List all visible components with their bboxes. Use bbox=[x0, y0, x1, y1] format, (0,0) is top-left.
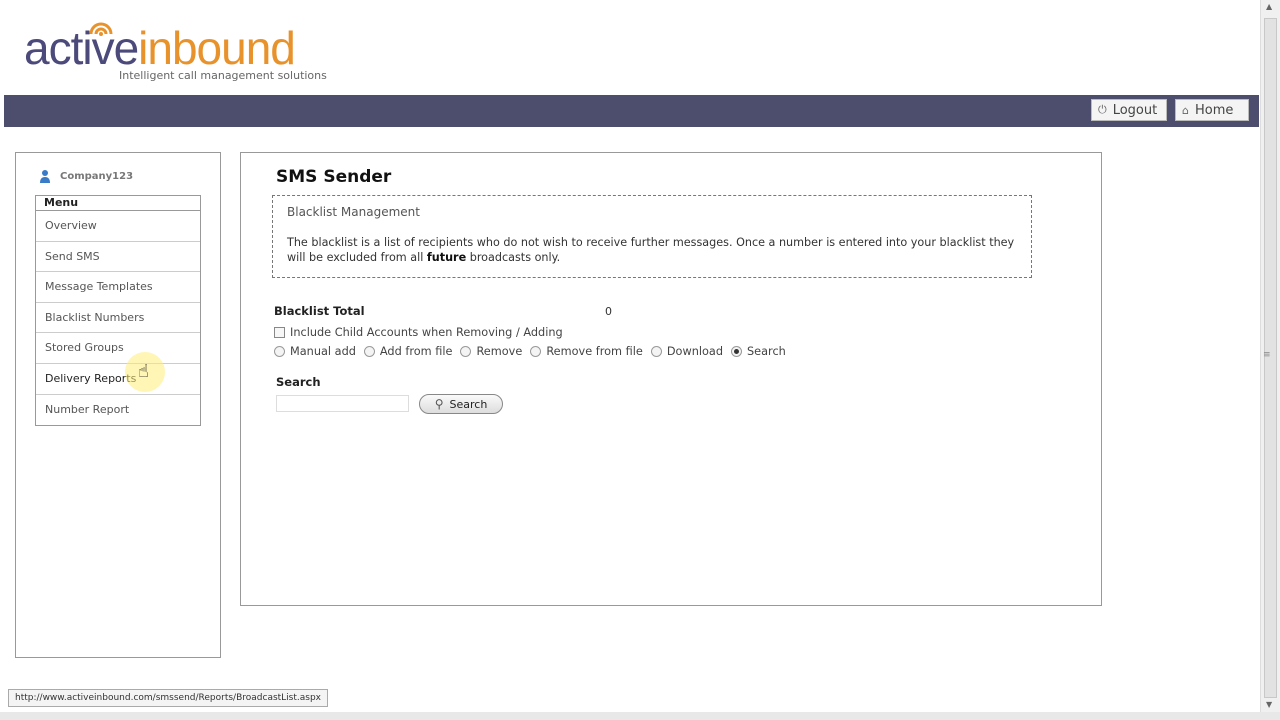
username: Company123 bbox=[60, 170, 134, 182]
sidebar-item-send-sms[interactable]: Send SMS bbox=[36, 241, 200, 273]
radio-search[interactable]: Search bbox=[731, 345, 786, 358]
include-child-accounts-checkbox[interactable] bbox=[274, 327, 285, 338]
sidebar-item-number-report[interactable]: Number Report bbox=[36, 394, 200, 426]
user-icon bbox=[40, 170, 50, 183]
power-icon: ⏻ bbox=[1098, 103, 1107, 116]
home-button[interactable]: ⌂ Home bbox=[1175, 99, 1249, 121]
radio-manual-add[interactable]: Manual add bbox=[274, 345, 356, 358]
include-child-accounts-label: Include Child Accounts when Removing / A… bbox=[290, 326, 563, 339]
radio-button-selected[interactable] bbox=[731, 346, 743, 357]
radio-add-from-file[interactable]: Add from file bbox=[363, 345, 452, 358]
search-section-label: Search bbox=[276, 375, 321, 389]
top-navigation-bar bbox=[4, 95, 1259, 127]
search-input[interactable] bbox=[276, 395, 409, 412]
radio-remove[interactable]: Remove bbox=[460, 345, 522, 358]
radio-button[interactable] bbox=[363, 346, 375, 357]
mode-radio-group: Manual add Add from file Remove Remove f… bbox=[274, 345, 794, 358]
radio-button[interactable] bbox=[274, 346, 285, 357]
main-panel: SMS Sender Blacklist Management The blac… bbox=[240, 152, 1102, 606]
scroll-down-icon[interactable]: ▼ bbox=[1266, 700, 1272, 709]
sidebar-menu: Menu Overview Send SMS Message Templates… bbox=[35, 195, 201, 427]
radio-remove-from-file[interactable]: Remove from file bbox=[530, 345, 643, 358]
page-title: SMS Sender bbox=[276, 167, 392, 187]
search-icon: ⚲ bbox=[434, 397, 444, 411]
sidebar-item-delivery-reports[interactable]: Delivery Reports bbox=[36, 363, 200, 395]
home-icon: ⌂ bbox=[1182, 103, 1189, 117]
sidebar-item-blacklist-numbers[interactable]: Blacklist Numbers bbox=[36, 302, 200, 334]
info-box-text: The blacklist is a list of recipients wh… bbox=[287, 236, 1015, 264]
logout-button[interactable]: ⏻ Logout bbox=[1091, 99, 1167, 121]
info-box: Blacklist Management The blacklist is a … bbox=[272, 195, 1032, 278]
sidebar-item-message-templates[interactable]: Message Templates bbox=[36, 272, 200, 303]
radio-download[interactable]: Download bbox=[650, 345, 723, 358]
hand-cursor-icon: ☝ bbox=[138, 361, 149, 382]
info-box-title: Blacklist Management bbox=[287, 205, 420, 219]
search-button[interactable]: ⚲ Search bbox=[419, 394, 503, 414]
sidebar-item-stored-groups[interactable]: Stored Groups bbox=[36, 333, 200, 364]
user-info: Company123 bbox=[38, 169, 133, 183]
window-bottom-edge bbox=[0, 712, 1280, 720]
menu-title: Menu bbox=[36, 196, 200, 211]
include-child-accounts-row: Include Child Accounts when Removing / A… bbox=[274, 326, 563, 339]
blacklist-total-value: 0 bbox=[605, 305, 612, 318]
status-bar-url: http://www.activeinbound.com/smssend/Rep… bbox=[8, 689, 329, 707]
radio-button[interactable] bbox=[650, 346, 662, 357]
blacklist-total-label: Blacklist Total bbox=[274, 304, 365, 318]
sidebar: Company123 Menu Overview Send SMS Messag… bbox=[15, 152, 221, 658]
brand-tagline: Intelligent call management solutions bbox=[119, 69, 327, 82]
brand-logo: activeinbound Intelligent call managemen… bbox=[24, 12, 344, 88]
sidebar-item-overview[interactable]: Overview bbox=[36, 211, 200, 242]
radio-button[interactable] bbox=[530, 346, 542, 357]
scroll-grip-icon: ≡ bbox=[1263, 350, 1271, 360]
radio-button[interactable] bbox=[460, 346, 472, 357]
scroll-up-icon[interactable]: ▲ bbox=[1266, 2, 1272, 11]
